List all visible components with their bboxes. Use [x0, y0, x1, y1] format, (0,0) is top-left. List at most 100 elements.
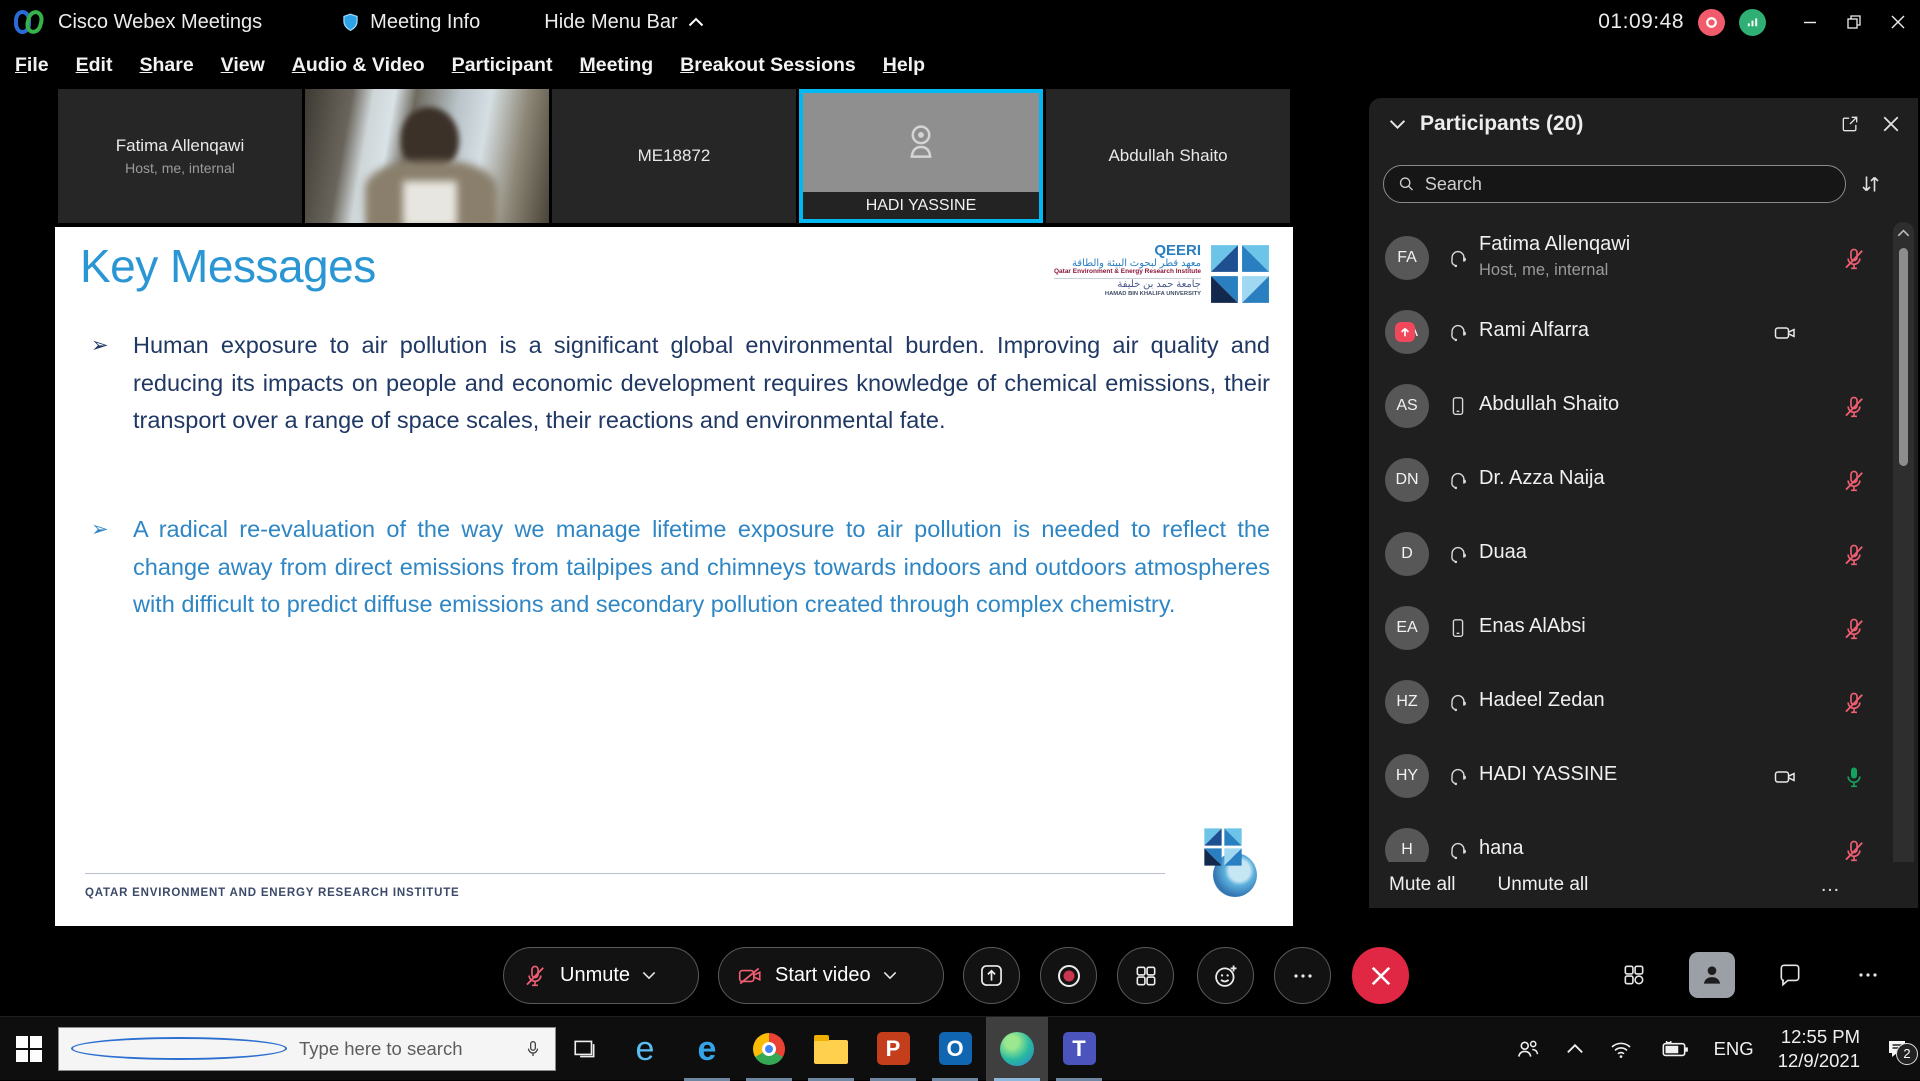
- people-tray-icon[interactable]: [1514, 1036, 1542, 1062]
- participants-scrollbar[interactable]: [1893, 222, 1914, 882]
- menu-item-participant[interactable]: Participant: [452, 54, 553, 77]
- more-options-button[interactable]: [1274, 947, 1331, 1004]
- participant-row[interactable]: D Duaa: [1369, 517, 1893, 591]
- video-tile-camera-feed[interactable]: [305, 89, 549, 223]
- participant-row[interactable]: AS Abdullah Shaito: [1369, 369, 1893, 443]
- hidden-icons-chevron-icon[interactable]: [1566, 1043, 1584, 1054]
- scrollbar-thumb[interactable]: [1899, 248, 1908, 466]
- chat-button[interactable]: [1767, 952, 1813, 998]
- unmute-all-button[interactable]: Unmute all: [1498, 874, 1589, 896]
- recording-indicator-icon[interactable]: [1698, 9, 1725, 36]
- participant-name: Fatima Allenqawi: [1479, 233, 1630, 256]
- battery-icon[interactable]: [1658, 1037, 1690, 1061]
- taskbar-search[interactable]: Type here to search: [58, 1027, 556, 1071]
- mute-all-button[interactable]: Mute all: [1389, 874, 1456, 896]
- search-input[interactable]: [1425, 174, 1831, 195]
- participant-row[interactable]: HZ Hadeel Zedan: [1369, 665, 1893, 739]
- reactions-button[interactable]: [1197, 947, 1254, 1004]
- connection-quality-icon[interactable]: [1739, 9, 1766, 36]
- headset-icon: [1447, 691, 1469, 713]
- mic-muted-icon[interactable]: [1841, 616, 1867, 642]
- participant-row[interactable]: HY HADI YASSINE: [1369, 739, 1893, 813]
- taskbar-app-internet-explorer[interactable]: e: [614, 1017, 676, 1081]
- phone-icon: [1447, 617, 1469, 639]
- menu-item-breakout-sessions[interactable]: Breakout Sessions: [680, 54, 856, 77]
- univ-arabic: جامعة حمد بن خليفة: [1054, 278, 1201, 291]
- restore-button[interactable]: [1832, 0, 1876, 44]
- participant-row[interactable]: RA Rami Alfarra: [1369, 295, 1893, 369]
- mic-muted-icon[interactable]: [1841, 838, 1867, 862]
- task-view-button[interactable]: [556, 1017, 614, 1081]
- mic-muted-icon[interactable]: [1841, 468, 1867, 494]
- unmute-button[interactable]: Unmute: [503, 947, 699, 1004]
- headset-icon: [1447, 321, 1469, 343]
- menu-item-meeting[interactable]: Meeting: [579, 54, 653, 77]
- action-center-button[interactable]: 2: [1884, 1037, 1910, 1061]
- mic-muted-icon[interactable]: [1841, 394, 1867, 420]
- participant-row[interactable]: FA Fatima Allenqawi Host, me, internal: [1369, 221, 1893, 295]
- mic-muted-icon[interactable]: [1841, 246, 1867, 272]
- close-panel-icon[interactable]: [1882, 115, 1900, 133]
- apps-grid-icon: [1621, 962, 1647, 988]
- meeting-info-button[interactable]: Meeting Info: [340, 11, 480, 34]
- panel-more-options-button[interactable]: …: [1820, 874, 1842, 897]
- video-tile-hadi-selected[interactable]: HADI YASSINE: [799, 89, 1043, 223]
- taskbar-app-webex[interactable]: [986, 1017, 1048, 1081]
- participants-panel-footer: Mute all Unmute all …: [1369, 862, 1918, 908]
- qeeri-english: Qatar Environment & Energy Research Inst…: [1054, 269, 1201, 276]
- start-video-button[interactable]: Start video: [718, 947, 944, 1004]
- minimize-button[interactable]: [1788, 0, 1832, 44]
- taskbar-app-edge[interactable]: e: [676, 1017, 738, 1081]
- menu-item-share[interactable]: Share: [139, 54, 193, 77]
- video-tile-abdullah[interactable]: Abdullah Shaito: [1046, 89, 1290, 223]
- scroll-up-icon[interactable]: [1897, 222, 1910, 244]
- sort-participants-icon[interactable]: [1858, 172, 1882, 196]
- close-button[interactable]: [1876, 0, 1920, 44]
- avatar: EA: [1385, 606, 1429, 650]
- video-tile-me18872[interactable]: ME18872: [552, 89, 796, 223]
- menu-item-view[interactable]: View: [221, 54, 265, 77]
- participant-search[interactable]: [1383, 165, 1846, 203]
- taskbar-app-teams[interactable]: T: [1048, 1017, 1110, 1081]
- participant-row[interactable]: EA Enas AlAbsi: [1369, 591, 1893, 665]
- start-button[interactable]: [0, 1017, 58, 1081]
- video-tile-fatima[interactable]: Fatima Allenqawi Host, me, internal: [58, 89, 302, 223]
- menu-item-help[interactable]: Help: [883, 54, 925, 77]
- participant-row[interactable]: DN Dr. Azza Naija: [1369, 443, 1893, 517]
- menu-item-audio-video[interactable]: Audio & Video: [292, 54, 425, 77]
- taskbar-app-outlook[interactable]: O: [924, 1017, 986, 1081]
- camera-on-icon[interactable]: [1773, 321, 1797, 345]
- hide-menu-bar-button[interactable]: Hide Menu Bar: [544, 11, 703, 34]
- taskbar-app-file-explorer[interactable]: [800, 1017, 862, 1081]
- avatar: HY: [1385, 754, 1429, 798]
- leave-meeting-button[interactable]: [1352, 947, 1409, 1004]
- more-panels-button[interactable]: [1845, 952, 1891, 998]
- participants-toggle-button[interactable]: [1689, 952, 1735, 998]
- slide-bullet-2: ➢ A radical re-evaluation of the way we …: [85, 511, 1270, 624]
- mic-muted-icon[interactable]: [1841, 690, 1867, 716]
- record-button[interactable]: [1040, 947, 1097, 1004]
- language-indicator[interactable]: ENG: [1714, 1038, 1754, 1060]
- layout-button[interactable]: [1117, 947, 1174, 1004]
- share-content-button[interactable]: [963, 947, 1020, 1004]
- mic-active-icon[interactable]: [1841, 764, 1867, 790]
- menu-item-edit[interactable]: Edit: [76, 54, 113, 77]
- mic-muted-icon[interactable]: [1841, 542, 1867, 568]
- menu-item-file[interactable]: File: [15, 54, 49, 77]
- webcam-icon: [898, 119, 944, 165]
- chevron-down-icon[interactable]: [1389, 119, 1406, 130]
- clock[interactable]: 12:55 PM 12/9/2021: [1778, 1025, 1860, 1071]
- pop-out-icon[interactable]: [1840, 114, 1860, 134]
- shared-slide: Key Messages QEERI معهد قطر لبحوث البيئة…: [55, 227, 1293, 926]
- apps-button[interactable]: [1611, 952, 1657, 998]
- camera-on-icon[interactable]: [1773, 765, 1797, 789]
- chevron-down-icon[interactable]: [642, 971, 656, 980]
- app-title: Cisco Webex Meetings: [58, 11, 262, 34]
- chevron-down-icon[interactable]: [883, 971, 897, 980]
- taskbar-app-chrome[interactable]: [738, 1017, 800, 1081]
- taskbar-app-powerpoint[interactable]: P: [862, 1017, 924, 1081]
- wifi-icon[interactable]: [1608, 1037, 1634, 1061]
- search-mic-icon[interactable]: [523, 1039, 543, 1059]
- participant-row[interactable]: H hana: [1369, 813, 1893, 862]
- taskbar-search-placeholder: Type here to search: [299, 1038, 511, 1060]
